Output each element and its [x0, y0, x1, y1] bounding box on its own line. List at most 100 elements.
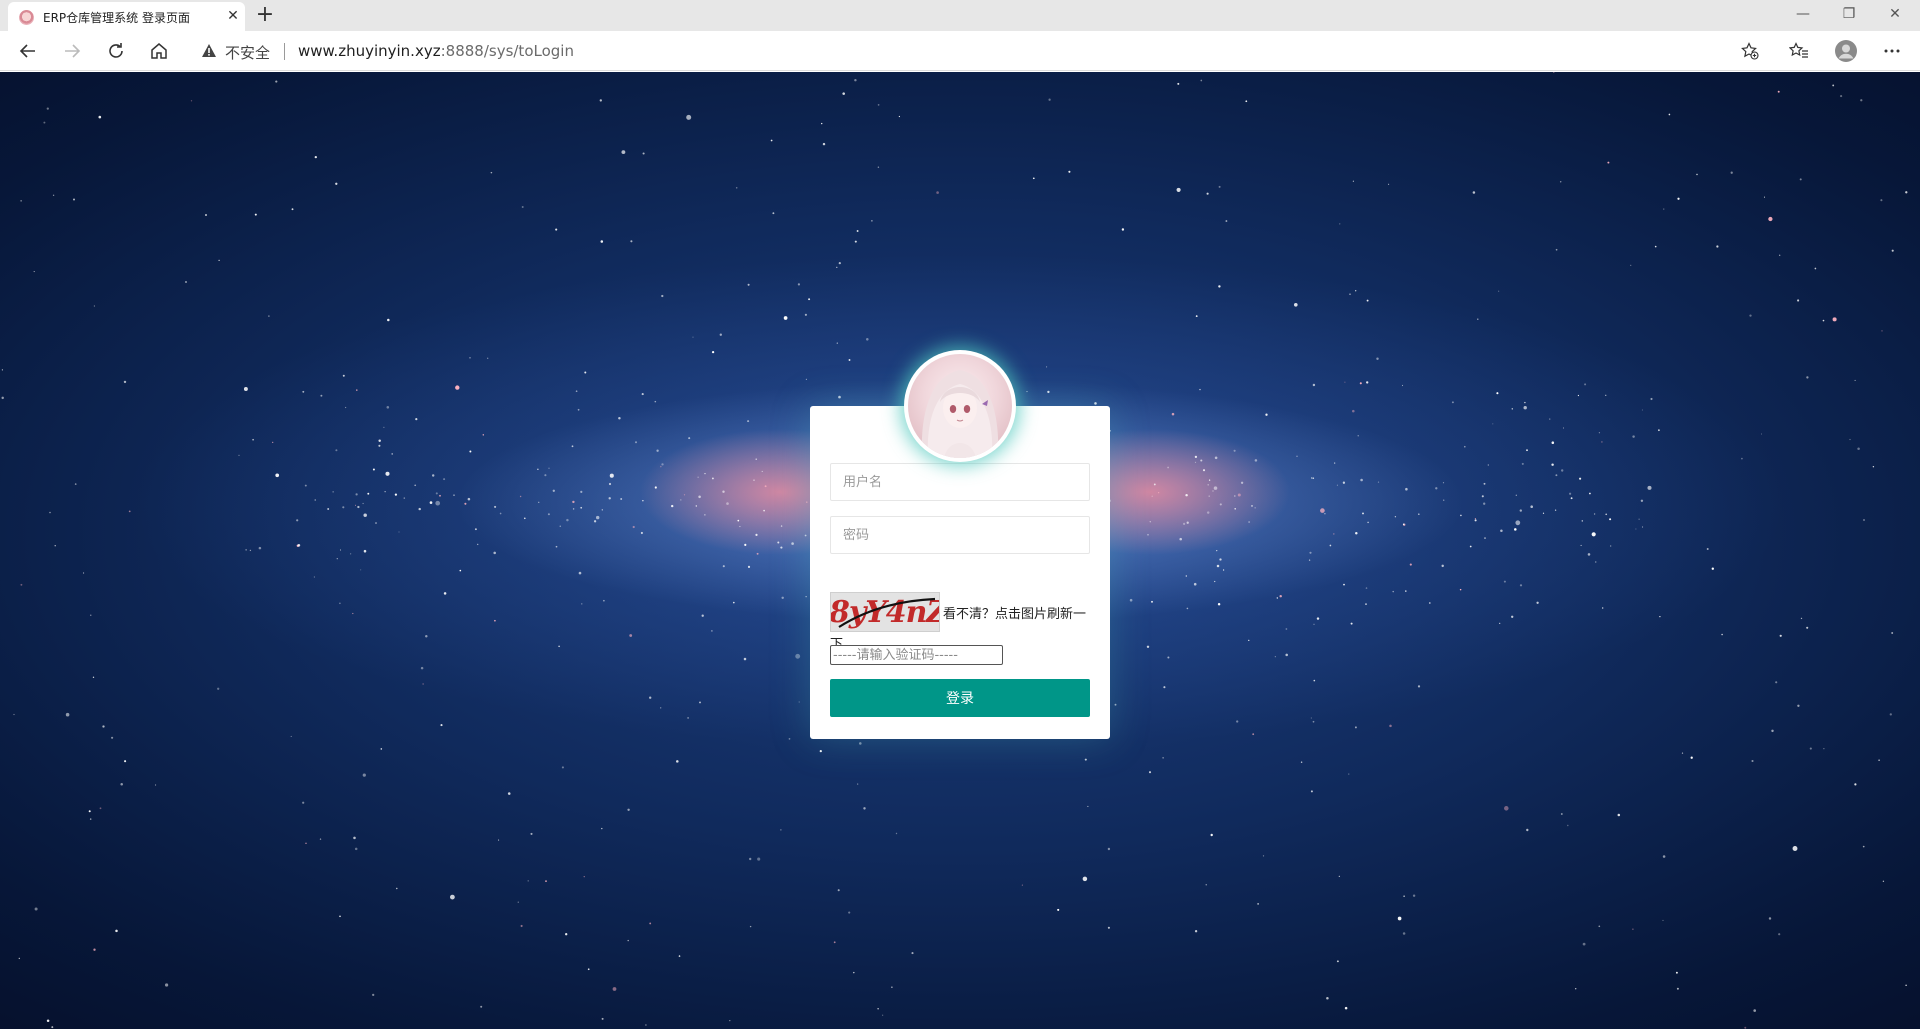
star: [1814, 267, 1817, 270]
star: [1632, 435, 1635, 438]
window-restore-button[interactable]: ❐: [1826, 0, 1872, 28]
star: [1312, 383, 1316, 387]
star: [1469, 545, 1472, 548]
star: [1519, 584, 1523, 587]
star: [1504, 806, 1509, 811]
star: [18, 957, 20, 960]
forward-button[interactable]: [58, 37, 86, 65]
star: [1711, 567, 1714, 570]
star: [640, 531, 643, 535]
password-input[interactable]: [830, 516, 1090, 554]
login-button[interactable]: 登录: [830, 679, 1090, 717]
warning-icon: [202, 44, 216, 57]
window-minimize-button[interactable]: —: [1780, 0, 1826, 28]
captcha-image[interactable]: 8yY4nZ7: [830, 592, 940, 632]
not-secure-label[interactable]: 不安全: [225, 42, 270, 63]
star: [1342, 481, 1346, 484]
star: [697, 476, 699, 478]
browser-tab-active[interactable]: ERP仓库管理系统 登录页面 ✕: [8, 2, 245, 31]
star: [124, 760, 127, 763]
address-bar[interactable]: 不安全 www.zhuyinyin.xyz:8888/sys/toLogin: [188, 35, 1768, 67]
star: [797, 283, 801, 286]
profile-button[interactable]: [1832, 37, 1860, 65]
star: [711, 477, 714, 480]
star: [490, 171, 493, 174]
star: [1366, 381, 1369, 384]
star: [600, 240, 604, 243]
add-favorite-icon[interactable]: [1741, 42, 1759, 60]
star: [1366, 299, 1369, 302]
star: [676, 760, 679, 763]
star: [527, 880, 529, 882]
star: [1021, 884, 1023, 886]
star: [547, 513, 550, 516]
star: [384, 491, 386, 493]
star: [386, 406, 390, 409]
star: [1276, 597, 1278, 599]
star: [302, 390, 305, 393]
star: [601, 1017, 604, 1020]
new-tab-button[interactable]: +: [253, 4, 277, 28]
star: [1310, 790, 1313, 793]
star: [1775, 681, 1778, 684]
star: [1641, 409, 1643, 411]
star: [1663, 208, 1665, 210]
star: [1763, 196, 1766, 198]
star: [487, 357, 489, 359]
star: [354, 847, 358, 851]
star: [440, 724, 443, 727]
star: [46, 1019, 50, 1022]
star: [1580, 544, 1582, 546]
star: [783, 316, 788, 320]
star: [1849, 438, 1851, 441]
star: [435, 492, 438, 495]
star: [1484, 537, 1486, 540]
star: [1662, 919, 1664, 921]
star: [304, 484, 307, 487]
star: [695, 505, 698, 507]
star: [1233, 449, 1236, 452]
star: [1605, 513, 1608, 516]
refresh-button[interactable]: [102, 37, 130, 65]
star: [726, 502, 729, 505]
star: [1405, 487, 1408, 491]
star: [680, 499, 682, 501]
star: [1809, 747, 1812, 750]
star: [1487, 464, 1489, 466]
star: [1551, 463, 1554, 466]
star: [92, 676, 95, 678]
favorites-button[interactable]: [1785, 37, 1813, 65]
star: [627, 808, 630, 812]
captcha-input[interactable]: [830, 645, 1003, 665]
url-text[interactable]: www.zhuyinyin.xyz:8888/sys/toLogin: [298, 42, 574, 60]
star: [89, 818, 92, 820]
star: [1214, 580, 1216, 583]
star: [1418, 513, 1420, 515]
star: [1274, 656, 1276, 658]
star: [577, 408, 580, 411]
back-button[interactable]: [14, 37, 42, 65]
star: [297, 544, 301, 547]
star: [1662, 855, 1666, 858]
settings-menu-button[interactable]: [1878, 37, 1906, 65]
star: [1222, 569, 1225, 571]
star: [1889, 713, 1892, 716]
star: [1891, 632, 1894, 634]
star: [854, 240, 857, 243]
star: [339, 549, 342, 551]
star: [1777, 90, 1780, 93]
home-button[interactable]: [145, 37, 173, 65]
star: [1690, 756, 1693, 759]
star: [1514, 528, 1517, 531]
star: [1313, 623, 1315, 625]
star: [1872, 466, 1875, 468]
star: [1200, 459, 1203, 462]
star: [1570, 497, 1573, 500]
tab-close-icon[interactable]: ✕: [224, 7, 242, 25]
star: [344, 406, 347, 409]
star: [372, 993, 375, 997]
star: [1293, 302, 1298, 307]
window-close-button[interactable]: ✕: [1872, 0, 1918, 28]
star: [469, 356, 471, 359]
username-input[interactable]: [830, 463, 1090, 501]
